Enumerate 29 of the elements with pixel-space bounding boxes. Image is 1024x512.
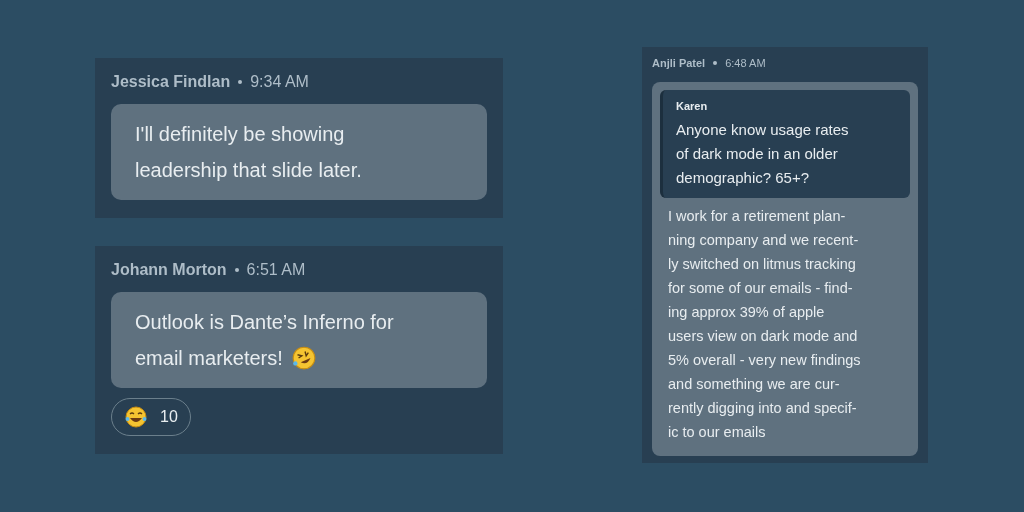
separator-dot-icon: [238, 80, 243, 84]
message-text: and something we are cur-: [668, 375, 841, 394]
quote-text: Anyone know usage rates: [676, 120, 850, 140]
separator-dot-icon: [713, 61, 718, 66]
message-text: ly switched on litmus tracking: [668, 255, 857, 274]
message-text: I'll definitely be showing: [135, 122, 345, 147]
rolling-laughing-emoji-icon: [290, 345, 317, 371]
message-text: ing approx 39% of apple: [668, 303, 826, 322]
message-text: I work for a retirement plan-: [668, 207, 847, 226]
quote-text: of dark mode in an older: [676, 144, 839, 164]
message-text: ic to our emails: [668, 423, 767, 442]
quote-text: demographic? 65+?: [676, 168, 810, 188]
separator-dot-icon: [234, 268, 239, 272]
time-label: 9:34 AM: [250, 72, 309, 92]
quote-author: Karen: [676, 98, 709, 114]
message-text: Outlook is Dante’s Inferno for: [135, 310, 394, 335]
message-text: rently digging into and specif-: [668, 399, 858, 418]
message-text: 5% overall - very new findings: [668, 351, 862, 370]
message-text: email marketers!: [135, 346, 283, 371]
laughing-tears-emoji-icon: [124, 405, 148, 429]
author-name: Johann Morton: [111, 260, 227, 280]
message-text: ning company and we recent-: [668, 231, 860, 250]
message-text: leadership that slide later.: [135, 158, 362, 183]
author-name: Anjli Patel: [652, 56, 706, 71]
message-text: for some of our emails - find-: [668, 279, 854, 298]
time-label: 6:51 AM: [246, 260, 306, 280]
time-label: 6:48 AM: [725, 56, 766, 71]
author-name: Jessica Findlan: [111, 72, 231, 92]
message-text: users view on dark mode and: [668, 327, 859, 346]
